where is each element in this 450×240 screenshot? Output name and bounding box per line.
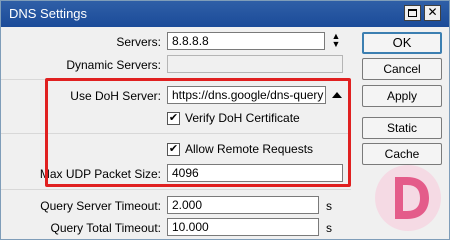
section-divider — [1, 189, 351, 190]
query-server-timeout-input[interactable]: 2.000 — [167, 196, 319, 214]
servers-label: Servers: — [116, 35, 161, 49]
verify-doh-certificate-label: Verify DoH Certificate — [185, 111, 300, 125]
remove-entry-arrow-icon[interactable] — [332, 92, 342, 98]
dynamic-servers-field — [167, 55, 343, 73]
close-icon: ✕ — [427, 5, 438, 19]
max-udp-packet-size-label: Max UDP Packet Size: — [39, 167, 161, 181]
section-divider — [1, 133, 351, 134]
apply-button[interactable]: Apply — [362, 85, 442, 107]
query-server-timeout-label: Query Server Timeout: — [40, 199, 161, 213]
dns-settings-window: DNS Settings ✕ Servers: 8.8.8.8 ▲ ▼ Dyna… — [0, 0, 450, 240]
dynamic-servers-label: Dynamic Servers: — [66, 58, 161, 72]
query-total-timeout-input[interactable]: 10.000 — [167, 218, 319, 236]
servers-input[interactable]: 8.8.8.8 — [167, 32, 325, 50]
query-total-timeout-label: Query Total Timeout: — [50, 221, 162, 235]
restore-icon — [408, 9, 417, 17]
cancel-button[interactable]: Cancel — [362, 58, 442, 80]
window-title: DNS Settings — [9, 6, 88, 21]
ok-button[interactable]: OK — [362, 32, 442, 54]
restore-window-button[interactable] — [404, 5, 421, 21]
arrow-down-icon: ▼ — [331, 39, 341, 49]
query-total-timeout-unit: s — [326, 221, 332, 235]
section-divider — [1, 79, 351, 80]
cache-button[interactable]: Cache — [362, 143, 442, 165]
allow-remote-requests-label: Allow Remote Requests — [185, 142, 314, 156]
close-window-button[interactable]: ✕ — [424, 5, 441, 21]
use-doh-server-label: Use DoH Server: — [70, 89, 161, 103]
watermark-logo — [375, 165, 441, 231]
verify-doh-certificate-checkbox[interactable]: ✔ — [167, 112, 180, 125]
doh-server-input[interactable]: https://dns.google/dns-query — [167, 86, 326, 104]
max-udp-packet-size-input[interactable]: 4096 — [167, 164, 343, 182]
static-button[interactable]: Static — [362, 117, 442, 139]
query-server-timeout-unit: s — [326, 199, 332, 213]
allow-remote-requests-checkbox[interactable]: ✔ — [167, 143, 180, 156]
servers-reorder-control[interactable]: ▲ ▼ — [330, 32, 342, 50]
title-bar[interactable]: DNS Settings ✕ — [1, 1, 449, 27]
